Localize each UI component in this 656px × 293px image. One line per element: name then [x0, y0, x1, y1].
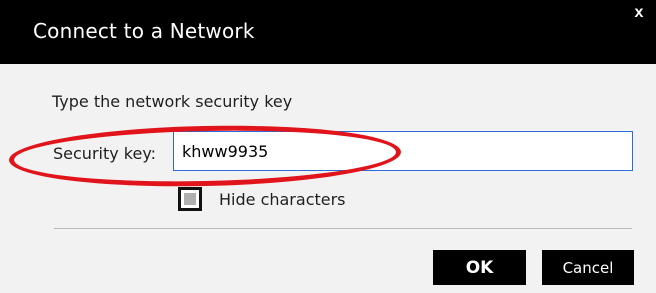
security-key-label: Security key: — [53, 144, 157, 163]
dialog-content: Type the network security key Security k… — [0, 64, 656, 293]
checkbox-indicator — [184, 193, 196, 205]
dialog-title: Connect to a Network — [33, 19, 255, 43]
ok-button[interactable]: OK — [433, 250, 526, 285]
security-key-prompt: Type the network security key — [52, 92, 293, 111]
cancel-button[interactable]: Cancel — [542, 250, 634, 285]
divider — [54, 228, 632, 229]
close-icon[interactable]: x — [631, 4, 647, 22]
hide-characters-checkbox[interactable] — [178, 187, 202, 211]
title-bar: Connect to a Network x — [0, 0, 656, 64]
checkbox-box — [178, 187, 202, 211]
security-key-input[interactable] — [173, 131, 633, 171]
hide-characters-label[interactable]: Hide characters — [219, 190, 346, 209]
connect-network-dialog: Connect to a Network x Type the network … — [0, 0, 656, 293]
